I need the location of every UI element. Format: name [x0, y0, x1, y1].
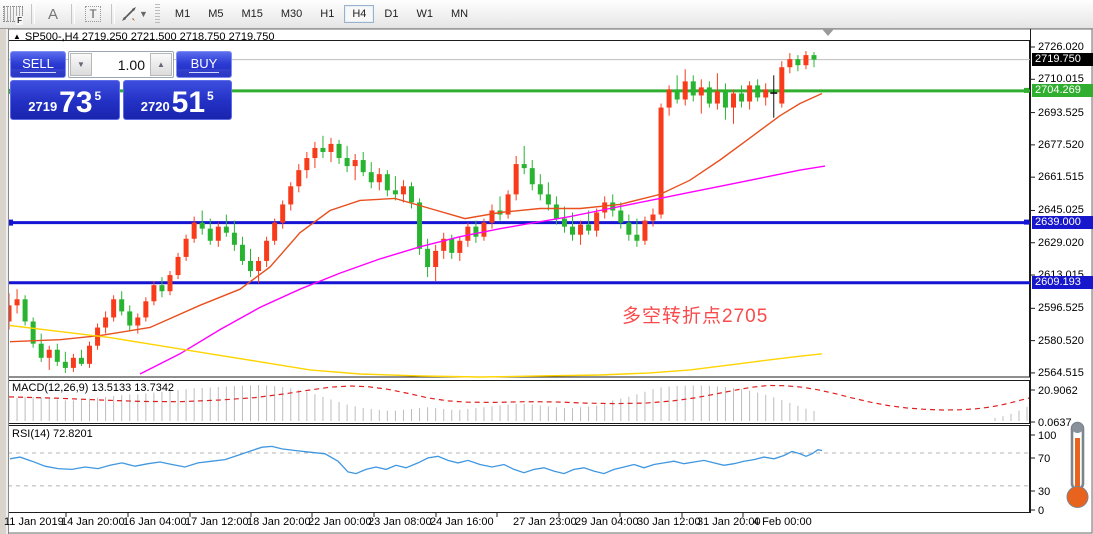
- timeframe-m5[interactable]: M5: [200, 5, 231, 23]
- timeframe-h4[interactable]: H4: [344, 5, 374, 23]
- symbol-marker-icon: ▲: [13, 32, 21, 41]
- date-label: 24 Jan 16:00: [430, 516, 494, 528]
- date-label: 30 Jan 12:00: [637, 516, 701, 528]
- price-tick-label: 2693.525: [1038, 107, 1084, 119]
- buy-price-box[interactable]: 2720 51 5: [123, 80, 233, 120]
- price-tag-2639.000: 2639.000: [1032, 216, 1093, 229]
- indicator-tick-label: 0: [1038, 505, 1044, 517]
- timeframe-m1[interactable]: M1: [167, 5, 198, 23]
- buy-button[interactable]: BUY: [176, 51, 232, 78]
- date-label: 23 Jan 08:00: [368, 516, 432, 528]
- timeframe-mn[interactable]: MN: [443, 5, 476, 23]
- chart-title: ▲ SP500-,H4 2719.250 2721.500 2718.750 27…: [13, 31, 274, 43]
- price-tag-2609.193: 2609.193: [1032, 276, 1093, 289]
- macd-label: MACD(12,26,9) 13.5133 13.7342: [12, 382, 174, 394]
- indicator-tick-label: 70: [1038, 453, 1050, 465]
- volume-down-button[interactable]: ▼: [70, 53, 92, 76]
- sell-price-box[interactable]: 2719 73 5: [10, 80, 120, 120]
- volume-input[interactable]: [93, 52, 149, 77]
- indicator-tick-label: 100: [1038, 430, 1056, 442]
- price-tick-label: 2661.515: [1038, 171, 1084, 183]
- buy-price-fraction: 5: [207, 89, 214, 103]
- toolbar-separator: [31, 4, 35, 24]
- date-label: 11 Jan 2019: [4, 516, 64, 528]
- date-label: 16 Jan 04:00: [123, 516, 187, 528]
- sell-price-big-figure: 2719: [28, 99, 57, 114]
- price-tick-label: 2726.020: [1038, 41, 1084, 53]
- timeframe-m15[interactable]: M15: [233, 5, 270, 23]
- date-axis[interactable]: 11 Jan 201914 Jan 20:0016 Jan 04:0017 Ja…: [0, 514, 1030, 534]
- date-label: 17 Jan 12:00: [185, 516, 249, 528]
- price-tick-label: 2596.525: [1038, 302, 1084, 314]
- chart-shift-grid-icon[interactable]: F: [1, 3, 25, 25]
- one-click-trade-panel: SELL ▼ ▲ BUY 2719 73 5 2720 51 5: [10, 51, 232, 120]
- date-label: 22 Jan 00:00: [308, 516, 372, 528]
- toolbar: F A T ▼ M1M5M15M30H1H4D1W1MN: [0, 0, 1093, 29]
- annotate-a-icon[interactable]: A: [41, 3, 65, 25]
- buy-price-pips: 51: [172, 89, 205, 117]
- chart-title-text: SP500-,H4 2719.250 2721.500 2718.750 271…: [25, 31, 275, 43]
- date-label: 27 Jan 23:00: [513, 516, 577, 528]
- buy-price-big-figure: 2720: [141, 99, 170, 114]
- toolbar-separator: [111, 4, 115, 24]
- timeframe-d1[interactable]: D1: [376, 5, 406, 23]
- price-tick-label: 2564.515: [1038, 367, 1084, 379]
- price-tick-label: 2677.520: [1038, 139, 1084, 151]
- price-tag-2704.269: 2704.269: [1032, 84, 1093, 97]
- date-label: 31 Jan 20:00: [697, 516, 761, 528]
- timeframe-w1[interactable]: W1: [408, 5, 441, 23]
- timeframe-m30[interactable]: M30: [273, 5, 310, 23]
- volume-up-button[interactable]: ▲: [150, 53, 172, 76]
- volume-stepper: ▼ ▲: [68, 51, 174, 78]
- thermometer-icon: [1062, 420, 1092, 520]
- rsi-label: RSI(14) 72.8201: [12, 428, 93, 440]
- dropdown-caret-icon[interactable]: ▼: [139, 9, 148, 19]
- sell-price-fraction: 5: [95, 89, 102, 103]
- chart-shift-marker-icon[interactable]: [822, 29, 834, 36]
- date-label: 29 Jan 04:00: [575, 516, 639, 528]
- mt4-window: { "toolbar": { "icons": [ {"name":"chart…: [0, 0, 1093, 534]
- sell-button[interactable]: SELL: [10, 51, 66, 78]
- timeframe-h1[interactable]: H1: [312, 5, 342, 23]
- chart-text-annotation[interactable]: 多空转折点2705: [622, 301, 768, 328]
- objects-arrows-icon[interactable]: ▼: [121, 3, 148, 25]
- text-label-icon[interactable]: T: [81, 3, 105, 25]
- indicator-tick-label: 20.9062: [1038, 385, 1078, 397]
- price-tag-2719.750: 2719.750: [1032, 53, 1093, 66]
- window-left-edge: [0, 28, 9, 534]
- sell-price-pips: 73: [59, 89, 92, 117]
- toolbar-grip: [155, 4, 160, 24]
- date-label: 18 Jan 20:00: [247, 516, 311, 528]
- timeframe-buttons: M1M5M15M30H1H4D1W1MN: [166, 5, 477, 23]
- price-tick-label: 2580.520: [1038, 335, 1084, 347]
- indicator-tick-label: 30: [1038, 486, 1050, 498]
- toolbar-separator: [71, 4, 75, 24]
- date-label: 4 Feb 00:00: [753, 516, 812, 528]
- price-tick-label: 2629.020: [1038, 237, 1084, 249]
- date-label: 14 Jan 20:00: [61, 516, 125, 528]
